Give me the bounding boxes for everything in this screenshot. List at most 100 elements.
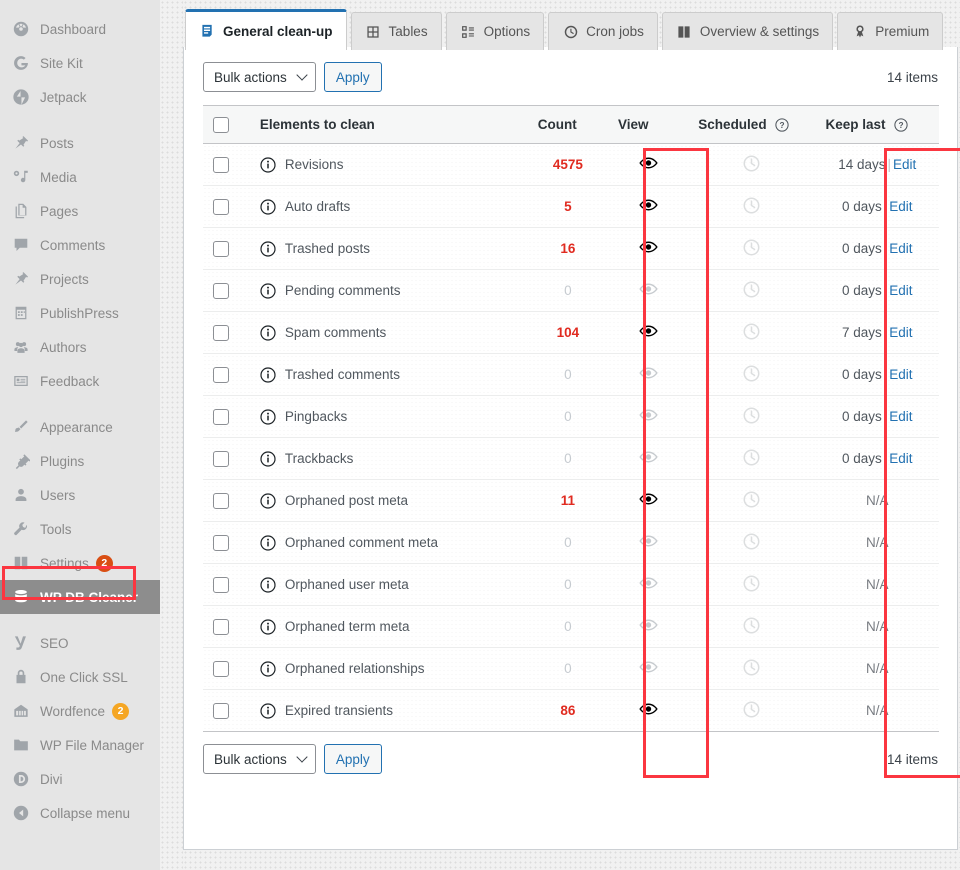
- info-icon[interactable]: [260, 703, 276, 719]
- sidebar-item-users[interactable]: Users: [0, 478, 160, 512]
- keep-last-edit-link[interactable]: Edit: [889, 283, 912, 298]
- table-row[interactable]: Trashed posts160 days|Edit: [203, 228, 939, 270]
- info-icon[interactable]: [260, 619, 276, 635]
- table-row[interactable]: Spam comments1047 days|Edit: [203, 312, 939, 354]
- sidebar-item-wp-db-cleaner[interactable]: WP DB Cleaner: [0, 580, 160, 614]
- clock-icon[interactable]: [742, 406, 761, 425]
- apply-button-bottom[interactable]: Apply: [324, 744, 382, 774]
- clock-icon[interactable]: [742, 448, 761, 467]
- info-icon[interactable]: [260, 199, 276, 215]
- tab-tables[interactable]: Tables: [351, 12, 442, 50]
- keep-last-edit-link[interactable]: Edit: [889, 451, 912, 466]
- sidebar-item-wp-file-manager[interactable]: WP File Manager: [0, 728, 160, 762]
- clock-icon[interactable]: [742, 280, 761, 299]
- info-icon[interactable]: [260, 577, 276, 593]
- clock-icon[interactable]: [742, 574, 761, 593]
- eye-icon[interactable]: [639, 492, 658, 506]
- sidebar-item-plugins[interactable]: Plugins: [0, 444, 160, 478]
- tab-cron-jobs[interactable]: Cron jobs: [548, 12, 658, 50]
- clock-icon[interactable]: [742, 322, 761, 341]
- row-checkbox[interactable]: [213, 451, 229, 467]
- sidebar-item-posts[interactable]: Posts: [0, 126, 160, 160]
- eye-icon[interactable]: [639, 198, 658, 212]
- keep-last-edit-link[interactable]: Edit: [889, 325, 912, 340]
- row-checkbox[interactable]: [213, 325, 229, 341]
- clock-icon[interactable]: [742, 700, 761, 719]
- sidebar-item-settings[interactable]: Settings2: [0, 546, 160, 580]
- info-icon[interactable]: [260, 325, 276, 341]
- clock-icon[interactable]: [742, 616, 761, 635]
- help-icon-keep-last[interactable]: ?: [894, 118, 908, 132]
- info-icon[interactable]: [260, 157, 276, 173]
- clock-icon[interactable]: [742, 196, 761, 215]
- table-row[interactable]: Auto drafts50 days|Edit: [203, 186, 939, 228]
- row-checkbox[interactable]: [213, 619, 229, 635]
- table-row[interactable]: Orphaned user meta0N/A: [203, 564, 939, 606]
- tab-options[interactable]: Options: [446, 12, 545, 50]
- row-checkbox[interactable]: [213, 493, 229, 509]
- clock-icon[interactable]: [742, 490, 761, 509]
- info-icon[interactable]: [260, 493, 276, 509]
- row-checkbox[interactable]: [213, 661, 229, 677]
- apply-button-top[interactable]: Apply: [324, 62, 382, 92]
- keep-last-edit-link[interactable]: Edit: [889, 199, 912, 214]
- keep-last-edit-link[interactable]: Edit: [889, 241, 912, 256]
- info-icon[interactable]: [260, 241, 276, 257]
- row-checkbox[interactable]: [213, 367, 229, 383]
- sidebar-item-media[interactable]: Media: [0, 160, 160, 194]
- sidebar-item-tools[interactable]: Tools: [0, 512, 160, 546]
- clock-icon[interactable]: [742, 364, 761, 383]
- info-icon[interactable]: [260, 409, 276, 425]
- sidebar-item-collapse-menu[interactable]: Collapse menu: [0, 796, 160, 830]
- row-checkbox[interactable]: [213, 409, 229, 425]
- info-icon[interactable]: [260, 661, 276, 677]
- tab-premium[interactable]: Premium: [837, 12, 943, 50]
- sidebar-item-pages[interactable]: Pages: [0, 194, 160, 228]
- table-row[interactable]: Orphaned post meta11N/A: [203, 480, 939, 522]
- table-row[interactable]: Pending comments00 days|Edit: [203, 270, 939, 312]
- column-header-name[interactable]: Elements to clean: [250, 106, 528, 144]
- sidebar-item-dashboard[interactable]: Dashboard: [0, 12, 160, 46]
- table-row[interactable]: Orphaned relationships0N/A: [203, 648, 939, 690]
- table-row[interactable]: Pingbacks00 days|Edit: [203, 396, 939, 438]
- row-checkbox[interactable]: [213, 241, 229, 257]
- row-checkbox[interactable]: [213, 535, 229, 551]
- help-icon-scheduled[interactable]: ?: [775, 118, 789, 132]
- info-icon[interactable]: [260, 367, 276, 383]
- table-row[interactable]: Trashed comments00 days|Edit: [203, 354, 939, 396]
- info-icon[interactable]: [260, 283, 276, 299]
- table-row[interactable]: Expired transients86N/A: [203, 690, 939, 732]
- sidebar-item-comments[interactable]: Comments: [0, 228, 160, 262]
- tab-general-clean-up[interactable]: General clean-up: [185, 9, 347, 50]
- row-checkbox[interactable]: [213, 199, 229, 215]
- row-checkbox[interactable]: [213, 283, 229, 299]
- row-checkbox[interactable]: [213, 703, 229, 719]
- sidebar-item-authors[interactable]: Authors: [0, 330, 160, 364]
- info-icon[interactable]: [260, 451, 276, 467]
- eye-icon[interactable]: [639, 702, 658, 716]
- table-row[interactable]: Revisions457514 days|Edit: [203, 144, 939, 186]
- sidebar-item-wordfence[interactable]: Wordfence2: [0, 694, 160, 728]
- sidebar-item-site-kit[interactable]: Site Kit: [0, 46, 160, 80]
- sidebar-item-appearance[interactable]: Appearance: [0, 410, 160, 444]
- table-row[interactable]: Trackbacks00 days|Edit: [203, 438, 939, 480]
- clock-icon[interactable]: [742, 154, 761, 173]
- sidebar-item-divi[interactable]: Divi: [0, 762, 160, 796]
- eye-icon[interactable]: [639, 240, 658, 254]
- sidebar-item-projects[interactable]: Projects: [0, 262, 160, 296]
- tab-overview-settings[interactable]: Overview & settings: [662, 12, 833, 50]
- sidebar-item-seo[interactable]: SEO: [0, 626, 160, 660]
- eye-icon[interactable]: [639, 324, 658, 338]
- table-row[interactable]: Orphaned comment meta0N/A: [203, 522, 939, 564]
- clock-icon[interactable]: [742, 658, 761, 677]
- bulk-actions-select-top[interactable]: Bulk actions: [203, 62, 316, 92]
- select-all-checkbox[interactable]: [213, 117, 229, 133]
- clock-icon[interactable]: [742, 532, 761, 551]
- keep-last-edit-link[interactable]: Edit: [893, 157, 916, 172]
- column-header-count[interactable]: Count: [528, 106, 608, 144]
- eye-icon[interactable]: [639, 156, 658, 170]
- row-checkbox[interactable]: [213, 577, 229, 593]
- keep-last-edit-link[interactable]: Edit: [889, 409, 912, 424]
- sidebar-item-feedback[interactable]: Feedback: [0, 364, 160, 398]
- bulk-actions-select-bottom[interactable]: Bulk actions: [203, 744, 316, 774]
